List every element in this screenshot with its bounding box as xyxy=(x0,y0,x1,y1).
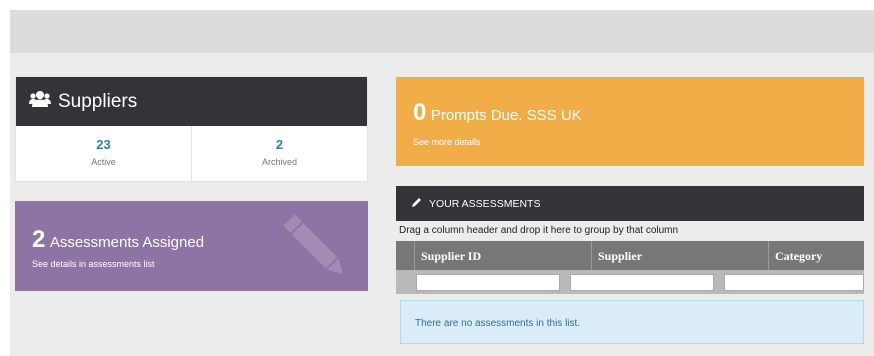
archived-suppliers-stat[interactable]: 2 Archived xyxy=(191,126,367,181)
assessments-panel-header: YOUR ASSESSMENTS xyxy=(396,186,864,221)
prompts-count: 0 xyxy=(413,99,427,126)
prompts-due-card[interactable]: 0 Prompts Due. SSS UK See more details xyxy=(396,77,864,166)
assessments-assigned-card[interactable]: 2 Assessments Assigned See details in as… xyxy=(15,201,368,291)
grid-header: Supplier ID Supplier Category xyxy=(396,241,864,270)
grid-expand-column xyxy=(396,241,414,270)
pencil-icon xyxy=(412,197,429,210)
suppliers-stats: 23 Active 2 Archived xyxy=(16,126,367,181)
group-by-drop-area[interactable]: Drag a column header and drop it here to… xyxy=(396,222,864,240)
supplier-filter-input[interactable] xyxy=(570,273,714,291)
empty-assessments-message: There are no assessments in this list. xyxy=(400,300,864,344)
top-bar xyxy=(10,10,874,53)
category-filter-input[interactable] xyxy=(724,273,864,291)
supplier-id-filter-input[interactable] xyxy=(416,273,561,291)
assigned-label: Assessments Assigned xyxy=(49,234,205,251)
assigned-count: 2 xyxy=(32,226,46,253)
column-header-supplier-id[interactable]: Supplier ID xyxy=(414,241,591,270)
suppliers-card: Suppliers 23 Active 2 Archived xyxy=(15,76,368,182)
assessments-title: YOUR ASSESSMENTS xyxy=(429,197,541,210)
suppliers-title: Suppliers xyxy=(58,90,138,112)
users-icon xyxy=(29,90,58,114)
active-label: Active xyxy=(91,157,116,167)
assigned-details-link[interactable]: See details in assessments list xyxy=(32,259,155,269)
column-header-category[interactable]: Category xyxy=(768,241,864,270)
column-header-supplier[interactable]: Supplier xyxy=(591,241,768,270)
prompts-details-link[interactable]: See more details xyxy=(413,137,481,147)
archived-label: Archived xyxy=(261,157,297,167)
pencil-icon xyxy=(276,207,356,291)
suppliers-header: Suppliers xyxy=(16,77,367,126)
grid-filter-row xyxy=(396,270,864,294)
active-count: 23 xyxy=(96,137,111,152)
active-suppliers-stat[interactable]: 23 Active xyxy=(16,126,191,181)
prompts-label: Prompts Due. SSS UK xyxy=(430,107,582,124)
archived-count: 2 xyxy=(275,137,284,152)
